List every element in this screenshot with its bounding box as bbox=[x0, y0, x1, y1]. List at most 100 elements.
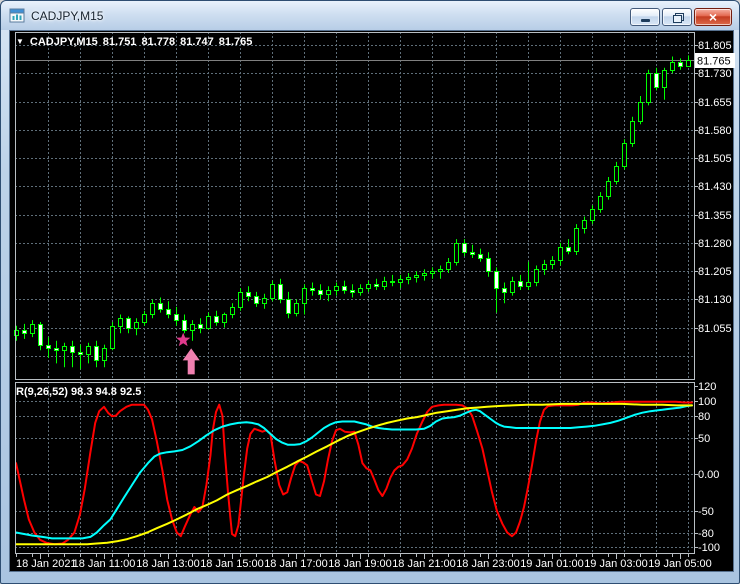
candle bbox=[462, 243, 467, 253]
candle bbox=[534, 269, 539, 283]
price-axis-label: 81.805 bbox=[698, 40, 732, 52]
candle bbox=[382, 281, 387, 287]
candle bbox=[190, 324, 195, 331]
candle bbox=[126, 318, 131, 329]
time-axis-label: 19 Jan 01:00 bbox=[520, 558, 584, 570]
price-axis-label: 81.505 bbox=[698, 153, 732, 165]
price-axis-label: 81.280 bbox=[698, 238, 732, 250]
candle bbox=[118, 318, 123, 327]
current-price-label: 81.765 bbox=[697, 56, 731, 68]
candle bbox=[102, 348, 107, 361]
candle bbox=[350, 290, 355, 293]
candle bbox=[502, 288, 507, 293]
candle bbox=[430, 271, 435, 274]
candle bbox=[318, 290, 323, 295]
time-axis-label: 19 Jan 05:00 bbox=[648, 558, 712, 570]
time-axis-label: 18 Jan 13:00 bbox=[136, 558, 200, 570]
minimize-icon bbox=[640, 19, 650, 22]
candle bbox=[166, 309, 171, 315]
chart-canvas[interactable]: 81.805 81.730 81.655 81.580 81.505 81.430 81.3… bbox=[10, 31, 735, 573]
candle bbox=[406, 277, 411, 280]
indicator-axis-label: 50 bbox=[698, 433, 710, 445]
candle bbox=[494, 271, 499, 289]
candle bbox=[310, 288, 315, 291]
candle bbox=[606, 181, 611, 197]
candle bbox=[182, 320, 187, 331]
price-axis-label: 81.655 bbox=[698, 97, 732, 109]
buy-signal-arrow[interactable] bbox=[182, 348, 200, 375]
candle bbox=[422, 273, 427, 276]
restore-button[interactable] bbox=[662, 8, 692, 26]
candle bbox=[358, 288, 363, 293]
candle bbox=[254, 296, 259, 304]
candle bbox=[302, 288, 307, 304]
candle bbox=[622, 143, 627, 167]
symbol-dropdown-icon[interactable]: ▼ bbox=[16, 37, 24, 46]
candle bbox=[206, 316, 211, 329]
time-axis-label: 19 Jan 03:00 bbox=[584, 558, 648, 570]
candle bbox=[46, 345, 51, 349]
candle bbox=[638, 102, 643, 122]
time-axis-label: 18 Jan 11:00 bbox=[73, 558, 136, 570]
candle bbox=[86, 346, 91, 355]
symbol-timeframe: CADJPY,M15 bbox=[29, 36, 98, 48]
titlebar[interactable]: CADJPY,M15 × bbox=[1, 1, 739, 30]
candle bbox=[686, 60, 691, 67]
chart-window: CADJPY,M15 × 81.805 81.730 81.655 81.580 81.… bbox=[0, 0, 740, 584]
candle bbox=[262, 298, 267, 304]
ohlc-close: 81.765 bbox=[218, 36, 253, 48]
price-axis-label: 81.580 bbox=[698, 125, 732, 137]
candle bbox=[630, 121, 635, 144]
indicator-axis-label: 100 bbox=[698, 396, 716, 408]
indicator-axis-label: 80 bbox=[698, 411, 710, 423]
price-axis-label: 81.130 bbox=[698, 294, 732, 306]
chart-icon bbox=[9, 8, 25, 24]
candle bbox=[334, 286, 339, 291]
indicator-axis-label: -50 bbox=[698, 506, 714, 518]
buy-signal-star[interactable] bbox=[176, 332, 191, 347]
indicator-line-R-52 bbox=[15, 402, 693, 546]
close-button[interactable]: × bbox=[694, 8, 732, 26]
candle bbox=[654, 73, 659, 88]
close-icon: × bbox=[708, 9, 718, 25]
candle bbox=[614, 166, 619, 182]
candle bbox=[230, 307, 235, 315]
candle bbox=[574, 228, 579, 252]
candle bbox=[326, 290, 331, 295]
candle bbox=[446, 262, 451, 270]
indicator-line-R-26 bbox=[15, 404, 693, 540]
candle bbox=[518, 281, 523, 287]
candle bbox=[286, 299, 291, 314]
chart-area[interactable]: 81.805 81.730 81.655 81.580 81.505 81.430 81.3… bbox=[9, 30, 735, 573]
time-axis-label: 18 Jan 23:00 bbox=[456, 558, 520, 570]
candle bbox=[542, 264, 547, 270]
candle bbox=[222, 314, 227, 323]
candle bbox=[270, 284, 275, 299]
candle bbox=[414, 275, 419, 278]
candle bbox=[398, 279, 403, 283]
candle bbox=[598, 196, 603, 210]
candle bbox=[510, 281, 515, 293]
candle bbox=[294, 303, 299, 314]
ohlc-high: 81.778 bbox=[141, 36, 176, 48]
price-axis-label: 81.355 bbox=[698, 210, 732, 222]
minimize-button[interactable] bbox=[630, 8, 660, 26]
window-controls: × bbox=[630, 8, 732, 26]
candle bbox=[438, 269, 443, 272]
ohlc-low: 81.747 bbox=[180, 36, 214, 48]
candle bbox=[30, 324, 35, 334]
price-axis-label: 81.205 bbox=[698, 266, 732, 278]
candle bbox=[470, 252, 475, 255]
candle bbox=[550, 260, 555, 265]
time-axis-label: 18 Jan 2021 bbox=[16, 558, 77, 570]
indicator-line-R-9 bbox=[15, 400, 693, 546]
candle bbox=[670, 62, 675, 71]
candle bbox=[246, 292, 251, 297]
candle bbox=[62, 346, 67, 351]
window-title: CADJPY,M15 bbox=[31, 8, 104, 23]
candle bbox=[678, 62, 683, 67]
candle bbox=[142, 314, 147, 323]
time-axis-label: 18 Jan 17:00 bbox=[264, 558, 328, 570]
candle bbox=[150, 303, 155, 315]
candle bbox=[662, 70, 667, 88]
